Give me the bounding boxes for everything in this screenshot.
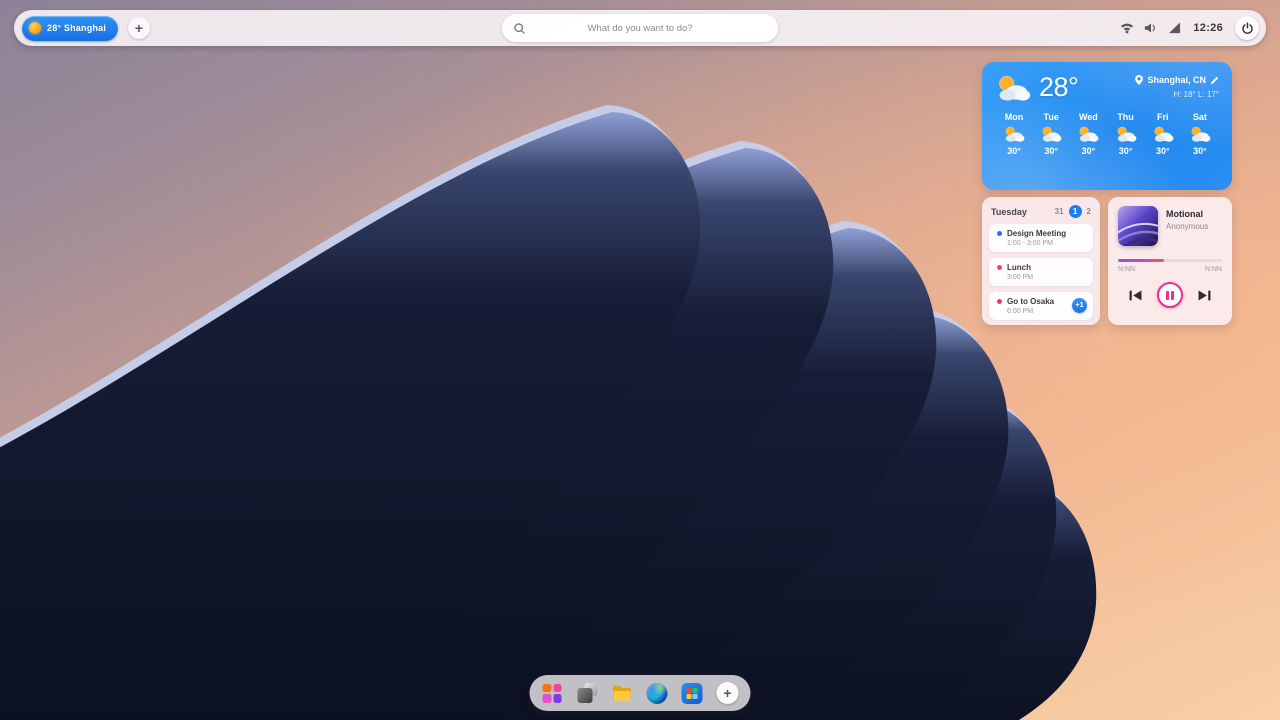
add-pill-button[interactable]: + <box>128 17 150 39</box>
sun-cloud-icon <box>1189 125 1211 143</box>
sun-icon <box>29 22 41 34</box>
progress-fill <box>1118 259 1164 262</box>
forecast-day[interactable]: Fri 30° <box>1146 112 1180 156</box>
sun-cloud-icon <box>1003 125 1025 143</box>
current-temp: 28° <box>1039 72 1078 103</box>
previous-track-icon <box>1129 290 1142 301</box>
event-color-dot <box>997 265 1002 270</box>
location-label: Shanghai, CN <box>1147 75 1206 85</box>
wifi-icon[interactable] <box>1120 22 1134 34</box>
track-artist: Anonymous <box>1166 222 1208 231</box>
files-folder-icon[interactable] <box>612 683 633 704</box>
date-next[interactable]: 2 <box>1087 207 1091 216</box>
sun-cloud-icon <box>1077 125 1099 143</box>
music-widget[interactable]: Motional Anonymous N:NN N:NN <box>1108 197 1232 325</box>
previous-track-button[interactable] <box>1129 290 1142 301</box>
sun-cloud-icon <box>1115 125 1137 143</box>
store-tiles <box>687 688 698 699</box>
calendar-event[interactable]: Go to Osaka 6:00 PM +1 <box>989 292 1093 320</box>
power-icon <box>1241 22 1254 35</box>
album-art <box>1118 206 1158 246</box>
forecast-day[interactable]: Thu 30° <box>1109 112 1143 156</box>
next-track-icon <box>1198 290 1211 301</box>
location-pin-icon <box>1135 75 1143 85</box>
calendar-dates: 31 1 2 <box>1055 205 1091 218</box>
date-today[interactable]: 1 <box>1069 205 1082 218</box>
next-track-button[interactable] <box>1198 290 1211 301</box>
dock-add-label: + <box>723 685 731 701</box>
store-icon[interactable] <box>682 683 703 704</box>
system-tray: 12:26 <box>1120 16 1266 40</box>
pause-button[interactable] <box>1157 282 1183 308</box>
forecast-day[interactable]: Tue 30° <box>1034 112 1068 156</box>
calendar-event[interactable]: Design Meeting 1:00 - 3:00 PM <box>989 224 1093 252</box>
search-input[interactable] <box>502 14 778 42</box>
sun-cloud-icon <box>995 73 1031 103</box>
layers-app-icon[interactable] <box>577 683 598 704</box>
power-button[interactable] <box>1235 16 1259 40</box>
date-prev[interactable]: 31 <box>1055 207 1064 216</box>
forecast-day[interactable]: Wed 30° <box>1071 112 1105 156</box>
track-title: Motional <box>1166 209 1208 219</box>
clock[interactable]: 12:26 <box>1193 22 1223 34</box>
sun-cloud-icon <box>1152 125 1174 143</box>
weather-widget[interactable]: 28° Shanghai, CN H: 18° L: 17° Mon 30° T… <box>982 62 1232 190</box>
remaining-time: N:NN <box>1205 266 1222 273</box>
event-color-dot <box>997 231 1002 236</box>
elapsed-time: N:NN <box>1118 266 1135 273</box>
high-low-label: H: 18° L: 17° <box>1135 90 1219 99</box>
forecast-day[interactable]: Mon 30° <box>997 112 1031 156</box>
launcher-grid-icon[interactable] <box>542 683 563 704</box>
progress-bar[interactable] <box>1118 259 1222 262</box>
dock: + <box>530 675 751 711</box>
layers-front-square <box>578 688 593 703</box>
edit-pencil-icon[interactable] <box>1210 76 1219 85</box>
calendar-day-label: Tuesday <box>991 207 1027 217</box>
search-bar[interactable] <box>502 14 778 42</box>
browser-icon[interactable] <box>647 683 668 704</box>
event-color-dot <box>997 299 1002 304</box>
add-pill-label: + <box>135 20 143 36</box>
weather-pill-button[interactable]: 28° Shanghai <box>22 16 118 41</box>
weather-pill-label: 28° Shanghai <box>47 23 106 33</box>
event-attendee-badge[interactable]: +1 <box>1072 298 1087 313</box>
volume-icon[interactable] <box>1144 22 1158 34</box>
calendar-widget[interactable]: Tuesday 31 1 2 Design Meeting 1:00 - 3:0… <box>982 197 1100 325</box>
forecast-day[interactable]: Sat 30° <box>1183 112 1217 156</box>
calendar-event[interactable]: Lunch 3:00 PM <box>989 258 1093 286</box>
dock-add-button[interactable]: + <box>717 682 739 704</box>
top-bar: 28° Shanghai + 12:26 <box>14 10 1266 46</box>
sun-cloud-icon <box>1040 125 1062 143</box>
forecast-row: Mon 30° Tue 30° Wed 30° Thu 30° Fri 30° … <box>995 112 1219 156</box>
cellular-signal-icon[interactable] <box>1168 22 1181 34</box>
